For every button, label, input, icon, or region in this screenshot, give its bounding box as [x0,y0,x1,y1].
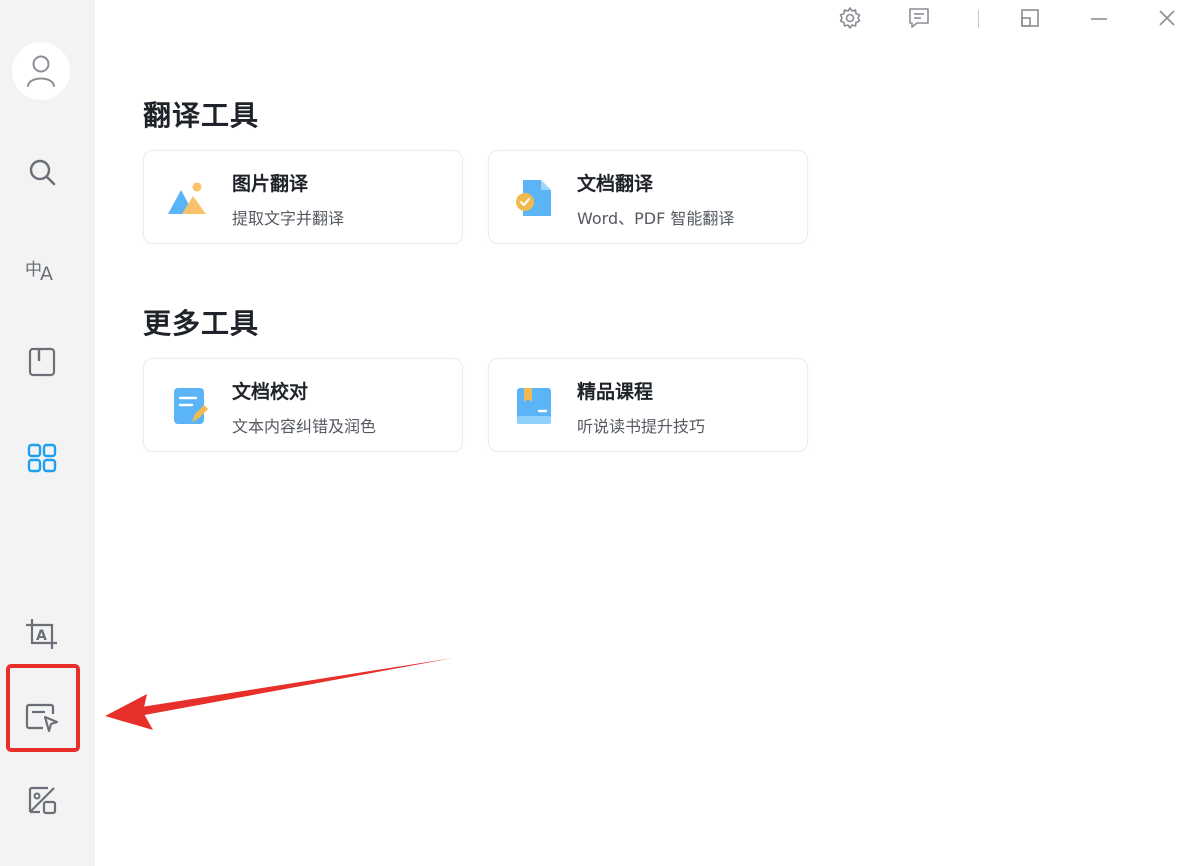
restore-window-icon [1018,6,1042,30]
card-title: 精品课程 [577,377,653,404]
sidebar-item-image-text[interactable]: A [18,610,66,658]
card-title: 文档翻译 [577,169,653,196]
section-title-translation-tools: 翻译工具 [143,94,259,134]
minimize-button[interactable] [1084,4,1114,32]
svg-text:A: A [40,263,53,283]
translate-icon: 中 A [25,253,59,283]
apps-grid-icon [27,443,57,473]
card-premium-course[interactable]: 精品课程 听说读书提升技巧 [488,358,808,452]
card-description: Word、PDF 智能翻译 [577,205,734,229]
card-description: 听说读书提升技巧 [577,413,705,437]
restore-button[interactable] [1015,4,1045,32]
message-icon [907,6,931,30]
sidebar-item-search[interactable] [18,148,66,196]
user-avatar-icon [26,54,56,88]
feedback-button[interactable] [904,4,934,32]
card-description: 提取文字并翻译 [232,205,344,229]
document-translate-icon [511,178,555,218]
section-title-more-tools: 更多工具 [143,302,259,342]
course-book-icon [511,386,555,426]
settings-button[interactable] [835,4,865,32]
user-avatar[interactable] [12,42,70,100]
svg-text:A: A [36,628,47,644]
minimize-icon [1087,6,1111,30]
search-icon [27,157,57,187]
sidebar-item-tools[interactable] [18,434,66,482]
titlebar-separator [978,10,979,28]
document-icon [27,347,57,377]
close-button[interactable] [1152,4,1182,32]
card-description: 文本内容纠错及润色 [232,413,376,437]
image-edit-icon [26,784,58,816]
card-title: 文档校对 [232,377,308,404]
gear-icon [838,6,862,30]
proofread-icon [166,386,210,426]
sidebar-item-translate[interactable]: 中 A [18,244,66,292]
card-title: 图片翻译 [232,169,308,196]
close-icon [1155,6,1179,30]
highlight-box [6,664,80,752]
image-text-icon: A [25,618,59,650]
card-image-translate[interactable]: 图片翻译 提取文字并翻译 [143,150,463,244]
sidebar-item-image-edit[interactable] [18,776,66,824]
card-proofread[interactable]: 文档校对 文本内容纠错及润色 [143,358,463,452]
annotation-arrow [95,650,460,730]
image-translate-icon [166,178,210,218]
card-document-translate[interactable]: 文档翻译 Word、PDF 智能翻译 [488,150,808,244]
sidebar-item-document[interactable] [18,338,66,386]
